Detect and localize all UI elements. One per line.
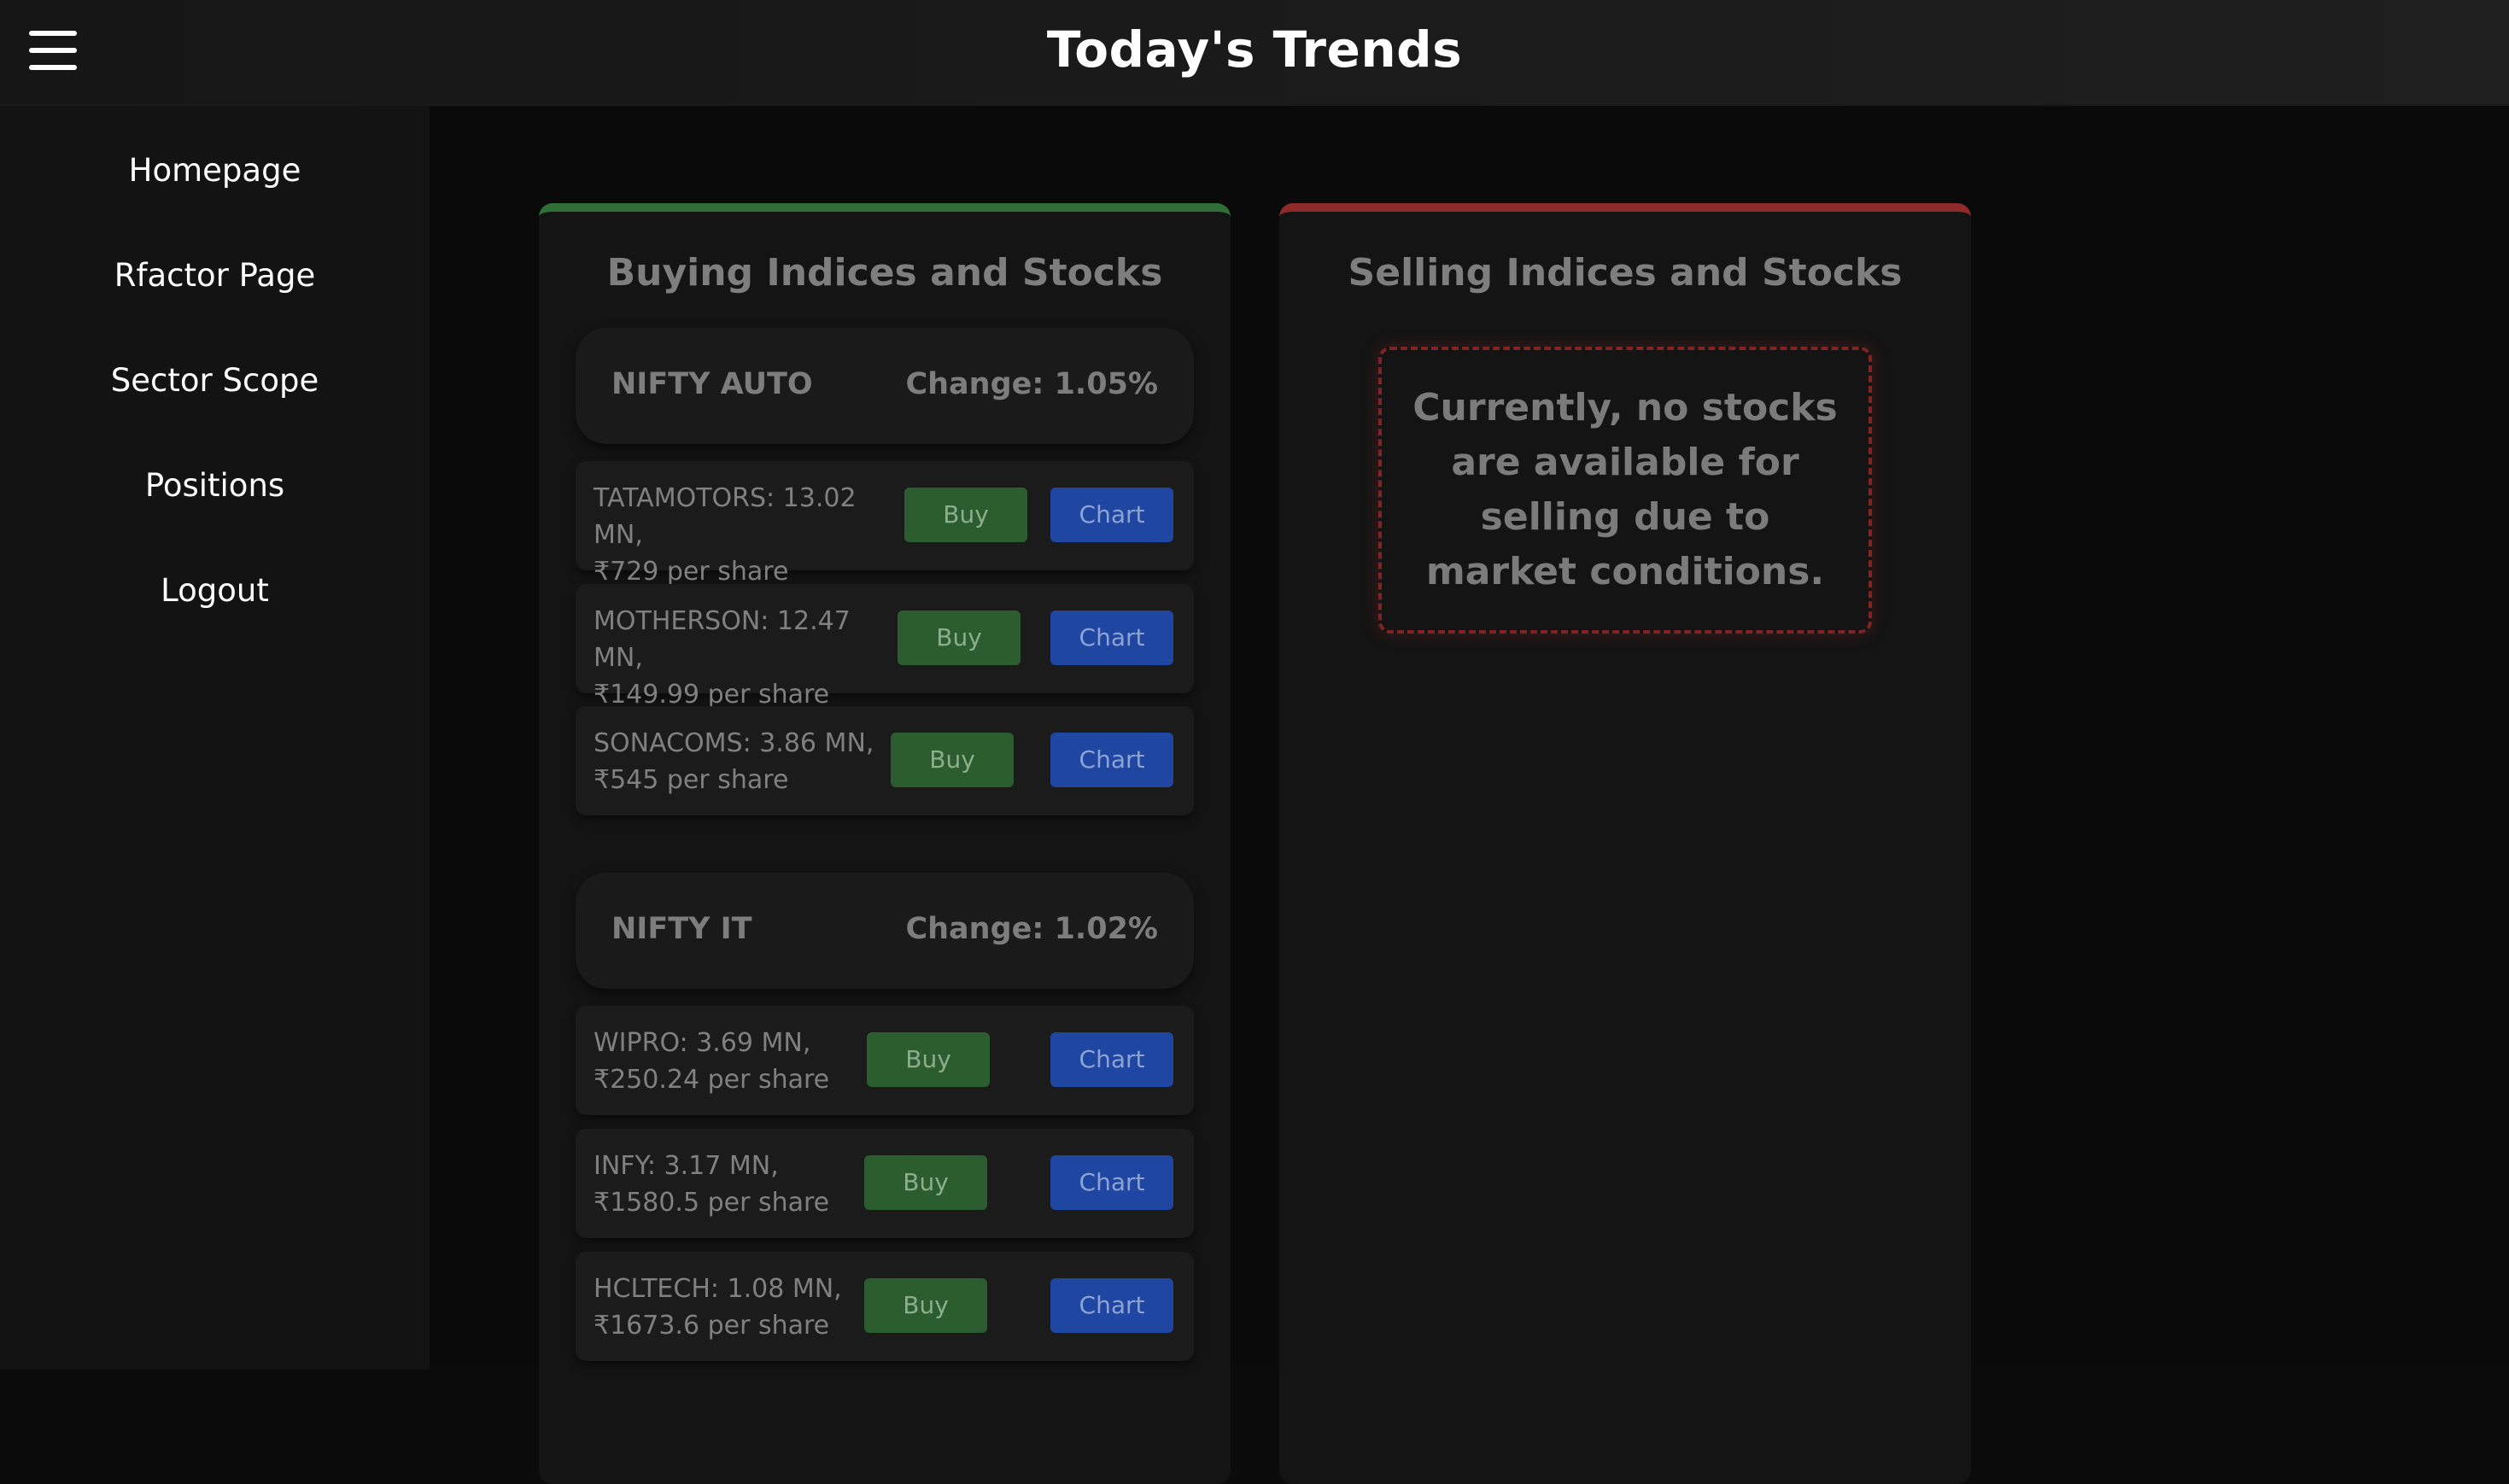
buy-button[interactable]: Buy [864, 1278, 987, 1333]
stock-volume: TATAMOTORS: 13.02 MN, [594, 483, 857, 550]
index-card-nifty-it: NIFTY IT Change: 1.02% [576, 873, 1194, 989]
stock-row-hcltech: HCLTECH: 1.08 MN, ₹1673.6 per share Buy … [576, 1252, 1194, 1361]
chart-button[interactable]: Chart [1050, 733, 1173, 787]
buying-panel: Buying Indices and Stocks NIFTY AUTO Cha… [539, 203, 1231, 1484]
sidebar: Homepage Rfactor Page Sector Scope Posit… [0, 106, 430, 1370]
buy-button[interactable]: Buy [867, 1032, 990, 1087]
stock-row-infy: INFY: 3.17 MN, ₹1580.5 per share Buy Cha… [576, 1129, 1194, 1238]
stock-volume: INFY: 3.17 MN, [594, 1151, 779, 1181]
stock-price: ₹250.24 per share [594, 1065, 830, 1095]
chart-button[interactable]: Chart [1050, 1278, 1173, 1333]
stock-volume: SONACOMS: 3.86 MN, [594, 728, 874, 758]
stock-row-tatamotors: TATAMOTORS: 13.02 MN, ₹729 per share Buy… [576, 461, 1194, 587]
stock-row-sonacoms: SONACOMS: 3.86 MN, ₹545 per share Buy Ch… [576, 706, 1194, 815]
chart-button[interactable]: Chart [1050, 488, 1173, 542]
stock-info: TATAMOTORS: 13.02 MN, ₹729 per share [594, 480, 901, 590]
buy-button[interactable]: Buy [864, 1155, 987, 1210]
buy-button[interactable]: Buy [891, 733, 1014, 787]
index-change: Change: 1.05% [905, 367, 1158, 401]
index-name: NIFTY AUTO [611, 367, 813, 401]
stock-price: ₹1580.5 per share [594, 1188, 830, 1218]
buy-button[interactable]: Buy [904, 488, 1027, 542]
index-card-nifty-auto: NIFTY AUTO Change: 1.05% [576, 328, 1194, 444]
index-change: Change: 1.02% [905, 912, 1158, 946]
stock-info: INFY: 3.17 MN, ₹1580.5 per share [594, 1148, 901, 1221]
stock-info: SONACOMS: 3.86 MN, ₹545 per share [594, 725, 901, 798]
sidebar-item-sector-scope[interactable]: Sector Scope [0, 362, 430, 399]
sidebar-item-rfactor-page[interactable]: Rfactor Page [0, 257, 430, 294]
stock-volume: WIPRO: 3.69 MN, [594, 1028, 811, 1058]
chart-button[interactable]: Chart [1050, 1155, 1173, 1210]
top-bar: Today's Trends [0, 0, 2509, 106]
sidebar-item-logout[interactable]: Logout [0, 572, 430, 609]
selling-panel-title: Selling Indices and Stocks [1348, 251, 1903, 295]
no-stocks-notice: Currently, no stocks are available for s… [1378, 347, 1872, 634]
stock-info: HCLTECH: 1.08 MN, ₹1673.6 per share [594, 1271, 901, 1344]
stock-price: ₹1673.6 per share [594, 1311, 830, 1341]
stock-price: ₹545 per share [594, 765, 789, 795]
buying-panel-title: Buying Indices and Stocks [606, 251, 1163, 295]
buy-button[interactable]: Buy [898, 611, 1021, 665]
chart-button[interactable]: Chart [1050, 611, 1173, 665]
selling-panel: Selling Indices and Stocks Currently, no… [1279, 203, 1971, 1484]
stock-row-wipro: WIPRO: 3.69 MN, ₹250.24 per share Buy Ch… [576, 1006, 1194, 1115]
sidebar-item-positions[interactable]: Positions [0, 467, 430, 504]
chart-button[interactable]: Chart [1050, 1032, 1173, 1087]
index-name: NIFTY IT [611, 912, 752, 946]
main-content: Buying Indices and Stocks NIFTY AUTO Cha… [430, 106, 2509, 1484]
stock-info: MOTHERSON: 12.47 MN, ₹149.99 per share [594, 603, 901, 713]
sidebar-item-homepage[interactable]: Homepage [0, 152, 430, 189]
stock-volume: HCLTECH: 1.08 MN, [594, 1274, 842, 1304]
page-title: Today's Trends [1046, 20, 1463, 79]
stock-info: WIPRO: 3.69 MN, ₹250.24 per share [594, 1025, 901, 1098]
stock-row-motherson: MOTHERSON: 12.47 MN, ₹149.99 per share B… [576, 584, 1194, 710]
stock-volume: MOTHERSON: 12.47 MN, [594, 606, 851, 673]
